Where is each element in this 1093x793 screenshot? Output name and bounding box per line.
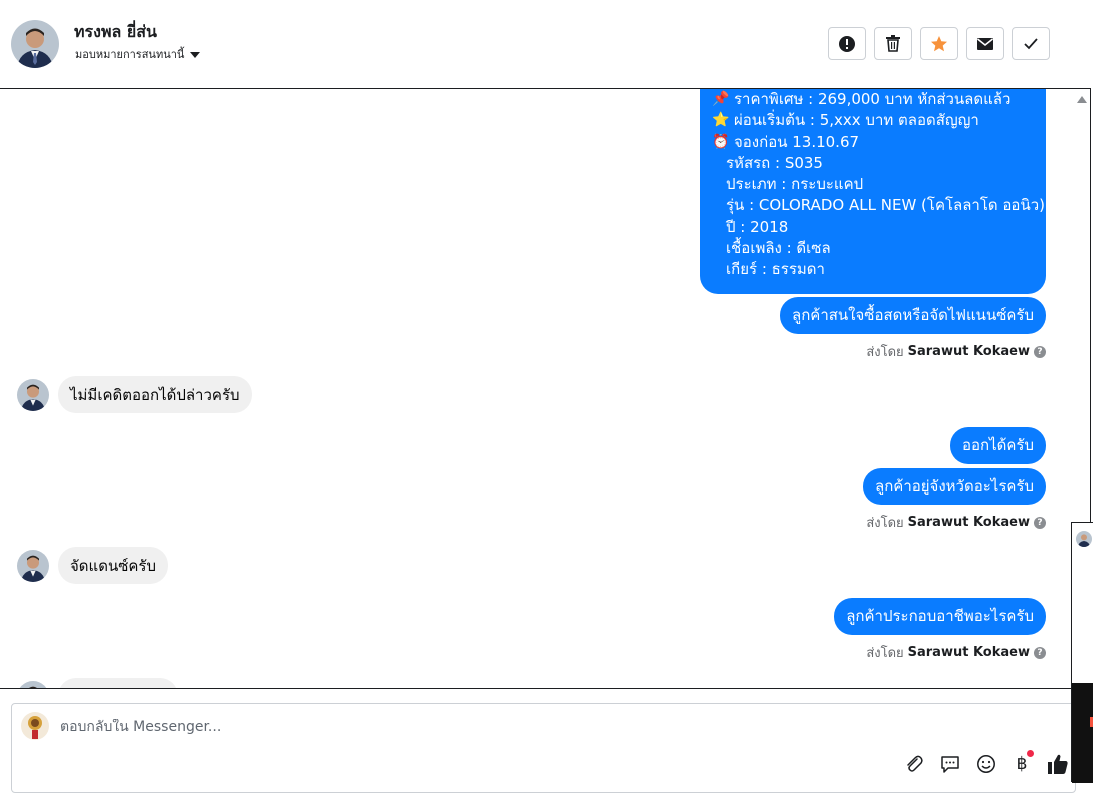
help-icon[interactable]: ? [1034,646,1046,659]
like-button[interactable] [1046,752,1070,776]
detail-line: รุ่น : COLORADO ALL NEW (โคโลลาโด ออนิว) [726,196,1045,215]
delete-button[interactable] [874,27,912,60]
detail-line: ⏰ จองก่อน 13.10.67 [712,132,1036,153]
message-thread[interactable]: 📌 ราคาพิเศษ : 269,000 บาท หักส่วนลดแล้ว … [0,88,1091,689]
notification-dot [1027,750,1034,757]
conversation-header: ทรงพล ยี่ส่น มอบหมายการสนทนานี้ [0,0,1093,88]
outgoing-message: ออกได้ครับ [950,427,1046,464]
incoming-message-row-partial [17,678,178,688]
contact-avatar-small [17,378,49,411]
emoji-button[interactable] [974,752,998,776]
checkmark-icon [1024,37,1038,49]
incoming-message-row: จัดแดนซ์ครับ [17,547,168,584]
smiley-icon [977,755,995,773]
sent-by-info: ส่งโดย Sarawut Kokaew ? [866,642,1046,663]
sent-by-label: ส่งโดย [866,516,904,531]
detail-line: 📌 ราคาพิเศษ : 269,000 บาท หักส่วนลดแล้ว [712,89,1036,110]
outgoing-message: ลูกค้าอยู่จังหวัดอะไรครับ [863,468,1046,505]
composer-tools: ฿ [902,750,1070,776]
mark-unread-button[interactable] [966,27,1004,60]
alarm-clock-icon: ⏰ [712,133,730,150]
trash-icon [886,35,900,52]
chat-bubble-icon [941,756,959,773]
detail-line: ปี : 2018 [726,217,789,236]
paperclip-icon [907,755,923,772]
sender-name: Sarawut Kokaew [907,645,1030,660]
incoming-message-row: ไม่มีเคดิตออกได้ปล่าวครับ [17,376,252,413]
thumbs-up-icon [1048,754,1068,774]
car-details-message: 📌 ราคาพิเศษ : 269,000 บาท หักส่วนลดแล้ว … [700,89,1046,294]
star-button[interactable] [920,27,958,60]
popup-dark-panel [1072,683,1093,783]
assign-label: มอบหมายการสนทนานี้ [75,48,185,61]
contact-avatar-small [17,549,49,582]
mark-done-button[interactable] [1012,27,1050,60]
mark-spam-button[interactable] [828,27,866,60]
star-icon [931,35,947,51]
sent-by-info: ส่งโดย Sarawut Kokaew ? [866,341,1046,362]
detail-line: เชื้อเพลิง : ดีเซล [726,239,831,258]
page-avatar [21,712,49,740]
detail-text: ราคาพิเศษ : 269,000 บาท หักส่วนลดแล้ว [734,90,1011,108]
saved-replies-button[interactable] [938,752,962,776]
conversation-actions [828,27,1050,60]
sent-by-info: ส่งโดย Sarawut Kokaew ? [866,512,1046,533]
detail-line: รหัสรถ : S035 [726,153,823,172]
attach-button[interactable] [902,752,926,776]
sender-name: Sarawut Kokaew [907,515,1030,530]
payment-button[interactable]: ฿ [1010,750,1034,776]
reply-input[interactable] [60,719,660,735]
pushpin-icon: 📌 [712,91,730,107]
help-icon[interactable]: ? [1034,516,1046,529]
help-icon[interactable]: ? [1034,345,1046,358]
contact-avatar[interactable] [11,20,59,68]
assign-conversation-dropdown[interactable]: มอบหมายการสนทนานี้ [75,45,201,63]
outgoing-message: ลูกค้าสนใจซื้อสดหรือจัดไฟแนนซ์ครับ [780,297,1046,334]
envelope-icon [977,37,993,50]
scroll-up-arrow-icon[interactable] [1077,96,1087,103]
sent-by-label: ส่งโดย [866,345,904,360]
baht-icon: ฿ [1016,754,1028,774]
reply-composer: ฿ [11,703,1076,793]
detail-line: เกียร์ : ธรรมดา [726,260,825,279]
incoming-message-partial [58,678,178,688]
sender-name: Sarawut Kokaew [907,344,1030,359]
detail-line: ⭐ ผ่อนเริ่มต้น : 5,xxx บาท ตลอดสัญญา [712,110,1036,131]
contact-name: ทรงพล ยี่ส่น [74,22,157,41]
side-chat-popup[interactable] [1071,522,1093,783]
contact-avatar-small [17,680,49,688]
star-emoji-icon: ⭐ [712,112,730,129]
detail-line: ประเภท : กระบะแคป [726,175,864,194]
incoming-message: จัดแดนซ์ครับ [58,547,168,584]
outgoing-message: ลูกค้าประกอบอาชีพอะไรครับ [834,598,1046,635]
exclamation-circle-icon [839,35,855,52]
incoming-message: ไม่มีเคดิตออกได้ปล่าวครับ [58,376,252,413]
detail-text: จองก่อน 13.10.67 [734,132,860,151]
caret-down-icon [190,52,201,58]
sent-by-label: ส่งโดย [866,646,904,661]
detail-text: ผ่อนเริ่มต้น : 5,xxx บาท ตลอดสัญญา [734,111,979,130]
popup-avatar [1076,531,1092,547]
